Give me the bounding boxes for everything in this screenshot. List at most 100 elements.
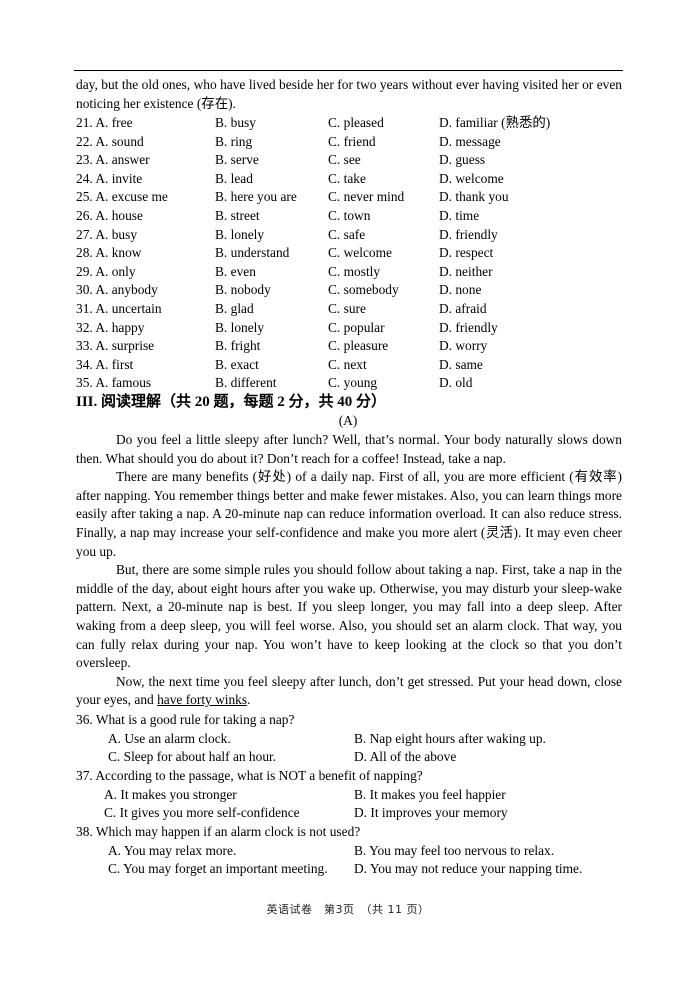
num-and-a: 30. A. anybody [76,282,158,298]
cloze-option-row: 32. A. happy B. lonely C. popular D. friend… [76,319,622,338]
num-and-a: 24. A. invite [76,170,143,186]
reading-passage-a: Do you feel a little sleepy after lunch?… [76,431,622,710]
question-38: 38. Which may happen if an alarm clock i… [76,823,622,879]
cloze-option-row: 23. A. answer B. serve C. see D. guess [76,151,622,170]
option-d: D. thank you [439,189,509,205]
option-d: D. friendly [439,226,498,242]
num-and-a: 28. A. know [76,245,142,261]
num-and-a: 35. A. famous [76,375,152,391]
question-stem: 36. What is a good rule for taking a nap… [76,712,295,727]
option-c: C. somebody [328,282,399,298]
option-c: C. sure [328,300,366,316]
num-and-a: 23. A. answer [76,152,150,168]
option-c: C. next [328,356,367,372]
passage-paragraph-3: But, there are some simple rules you sho… [76,562,622,671]
num-and-a: 31. A. uncertain [76,300,162,316]
option-d: D. All of the above [354,749,457,765]
option-b: B. Nap eight hours after waking up. [354,730,546,746]
cloze-option-row: 28. A. know B. understand C. welcome D. res… [76,244,622,263]
cloze-option-row: 25. A. excuse me B. here you are C. never … [76,188,622,207]
underlined-phrase: have forty winks [157,692,248,708]
option-d: D. time [439,207,480,223]
option-d: D. welcome [439,170,504,186]
num-and-a: 26. A. house [76,207,143,223]
num-and-a: 25. A. excuse me [76,189,168,205]
option-c: C. Sleep for about half an hour. [108,749,277,765]
passage-paragraph-2: There are many benefits (好处) of a daily … [76,469,622,559]
option-b: B. glad [215,300,254,316]
question-36: 36. What is a good rule for taking a nap… [76,711,622,767]
option-b: B. lead [215,170,253,186]
option-d: D. familiar (熟悉的) [439,115,551,130]
option-d: D. message [439,133,501,149]
option-d: D. respect [439,245,494,261]
option-b: B. You may feel too nervous to relax. [354,842,555,858]
section-title: III. 阅读理解（共 20 题，每题 2 分，共 40 分） [76,394,387,410]
cloze-option-row: 26. A. house B. street C. town D. time [76,207,622,226]
option-c: C. see [328,152,361,168]
option-d: D. guess [439,152,486,168]
option-d: D. same [439,356,483,372]
option-c: C. mostly [328,263,381,279]
option-a: A. Use an alarm clock. [108,730,231,746]
question-37: 37. According to the passage, what is NO… [76,767,622,823]
option-c: C. never mind [328,189,405,205]
option-c: C. safe [328,226,366,242]
header-rule [74,70,623,71]
option-c: C. popular [328,319,385,335]
cloze-option-row: 30. A. anybody B. nobody C. somebody D. non… [76,281,622,300]
passage-label: (A) [338,413,358,428]
option-d: D. old [439,375,473,391]
cloze-option-row: 29. A. only B. even C. mostly D. neither [76,263,622,282]
num-and-a: 27. A. busy [76,226,138,242]
passage-paragraph-4: Now, the next time you feel sleepy after… [76,673,622,710]
num-and-a: 34. A. first [76,356,134,372]
num-and-a: 32. A. happy [76,319,145,335]
option-c: C. take [328,170,366,186]
option-d: D. none [439,282,482,298]
cloze-option-row: 22. A. sound B. ring C. friend D. message [76,133,622,152]
option-b: B. nobody [215,282,271,298]
option-b: B. fright [215,338,261,354]
option-d: D. You may not reduce your napping time. [354,861,583,877]
option-b: B. street [215,207,260,223]
option-a: A. It makes you stronger [104,786,237,802]
option-c: C. young [328,375,378,391]
option-b: B. here you are [215,189,297,205]
option-c: C. welcome [328,245,392,261]
cloze-option-row: 24. A. invite B. lead C. take D. welcome [76,170,622,189]
passage-paragraph-1: Do you feel a little sleepy after lunch?… [76,432,622,466]
option-b: B. even [215,263,256,279]
option-c: C. town [328,207,371,223]
option-c: C. friend [328,133,376,149]
option-b: B. It makes you feel happier [354,786,506,802]
option-b: B. ring [215,133,253,149]
continuation-text: day, but the old ones, who have lived be… [76,77,622,111]
option-b: B. exact [215,356,259,372]
num-and-a: 21. A. free [76,115,133,130]
cloze-option-row: 33. A. surprise B. fright C. pleasure D. wo… [76,337,622,356]
cloze-options-list: 21. A. free B. busy C. pleased D. familiar … [76,114,622,393]
option-b: B. lonely [215,226,265,242]
option-b: B. different [215,375,277,391]
option-c: C. You may forget an important meeting. [108,861,328,877]
num-and-a: 29. A. only [76,263,136,279]
cloze-option-row: 34. A. first B. exact C. next D. same [76,356,622,375]
paragraph-4-end: . [247,692,251,708]
option-d: D. neither [439,263,493,279]
cloze-option-row: 27. A. busy B. lonely C. safe D. friendly [76,226,622,245]
option-d: D. friendly [439,319,498,335]
option-d: D. afraid [439,300,487,316]
num-and-a: 22. A. sound [76,133,144,149]
option-a: A. You may relax more. [108,842,237,858]
option-c: C. pleased [328,115,384,130]
option-c: C. It gives you more self-confidence [104,805,300,821]
cloze-option-row: 35. A. famous B. different C. young D. old [76,374,622,393]
option-d: D. It improves your memory [354,805,508,821]
num-and-a: 33. A. surprise [76,338,155,354]
option-b: B. serve [215,152,259,168]
option-b: B. busy [215,115,256,130]
previous-passage-continuation: day, but the old ones, who have lived be… [76,76,622,113]
question-stem: 38. Which may happen if an alarm clock i… [76,824,361,839]
cloze-option-row: 31. A. uncertain B. glad C. sure D. afraid [76,300,622,319]
